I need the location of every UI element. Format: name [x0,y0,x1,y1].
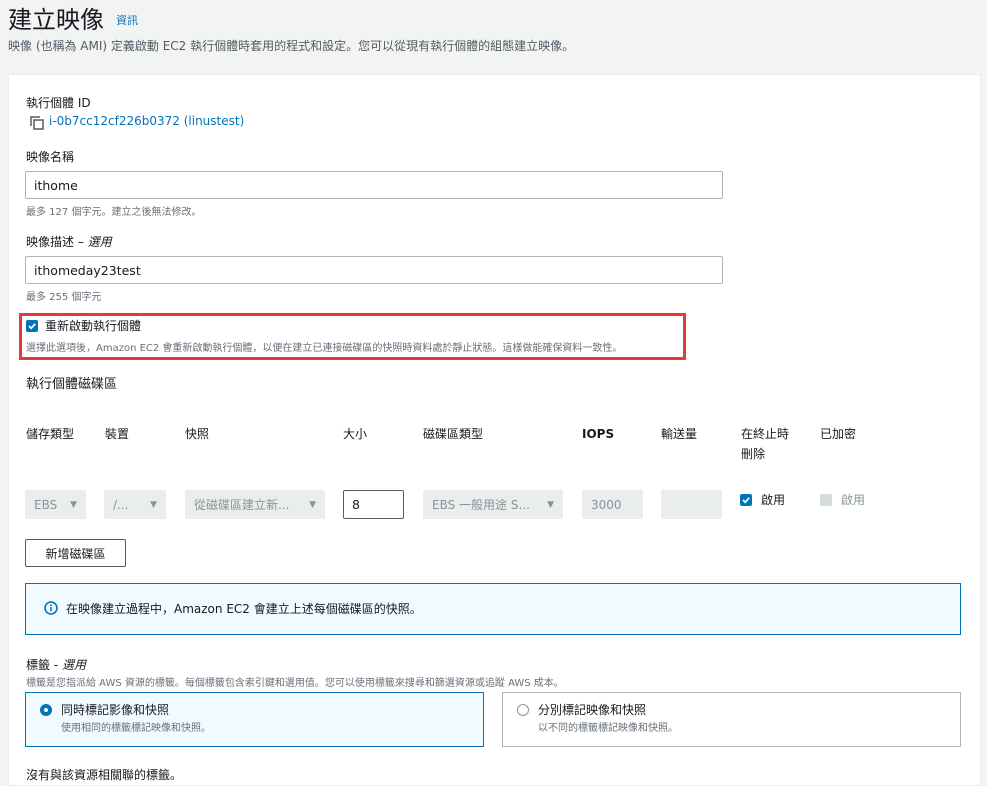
device-select: /... ▼ [104,490,166,519]
throughput-input [661,490,722,519]
delete-on-termination-label: 啟用 [761,493,786,507]
reboot-description: 選擇此選項後，Amazon EC2 會重新啟動執行個體，以便在建立已連接磁碟區的… [26,343,623,354]
image-description-hint: 最多 255 個字元 [26,292,102,303]
info-icon [44,600,58,619]
instance-id-label: 執行個體 ID [26,96,91,110]
image-name-label: 映像名稱 [26,150,75,164]
add-volume-button[interactable]: 新增磁碟區 [25,539,126,567]
storage-type-select: EBS ▼ [25,490,86,519]
tag-option-together-title: 同時標記影像和快照 [61,703,170,717]
device-value: /... [113,497,129,512]
size-input[interactable] [343,490,404,519]
image-description-label: 映像描述 – 選用 [26,233,112,250]
page-description: 映像 (也稱為 AMI) 定義啟動 EC2 執行個體時套用的程式和設定。您可以從… [8,39,575,53]
tags-label-text: 標籤 - [26,658,59,672]
volume-type-value: EBS 一般用途 S... [432,498,530,512]
reboot-label: 重新啟動執行個體 [45,319,142,333]
tag-option-together-sub: 使用相同的標籤標記映像和快照。 [61,723,211,734]
encrypted-label: 啟用 [841,493,866,507]
snapshot-select: 從磁碟區建立新... ▼ [185,490,325,519]
storage-type-value: EBS [34,497,58,512]
check-icon [28,323,36,330]
caret-down-icon: ▼ [70,499,77,510]
col-device: 裝置 [105,427,130,441]
volume-type-select: EBS 一般用途 S... ▼ [423,490,563,519]
encrypted-checkbox [820,494,832,506]
image-description-label-text: 映像描述 – [26,235,84,249]
tags-description: 標籤是您指派給 AWS 資源的標籤。每個標籤包含索引鍵和選用值。您可以使用標籤來… [26,678,564,689]
iops-input: 3000 [582,490,643,519]
caret-down-icon: ▼ [150,499,157,510]
tag-option-separate-title: 分別標記映像和快照 [538,703,647,717]
copy-icon[interactable] [30,115,44,134]
caret-down-icon: ▼ [547,499,554,510]
col-volume-type: 磁碟區類型 [423,427,484,441]
image-description-input[interactable] [25,256,723,284]
radio-together[interactable] [40,704,52,716]
tag-option-separate-sub: 以不同的標籤標記映像和快照。 [538,723,678,734]
optional-tag: 選用 [87,235,112,249]
radio-separate[interactable] [517,704,529,716]
no-tags-message: 沒有與該資源相關聯的標籤。 [26,768,183,782]
col-delete-on-termination: 在終止時 刪除 [741,427,790,461]
image-name-hint: 最多 127 個字元。建立之後無法修改。 [26,207,202,218]
col-size: 大小 [343,427,368,441]
delete-on-termination-checkbox[interactable] [740,494,752,506]
reboot-checkbox[interactable] [26,320,38,332]
volumes-section-title: 執行個體磁碟區 [26,377,118,392]
info-link[interactable]: 資訊 [116,12,138,28]
image-name-input[interactable] [25,171,723,199]
caret-down-icon: ▼ [309,499,316,510]
optional-tag: 選用 [61,658,86,672]
check-icon [742,497,750,504]
col-iops: IOPS [582,427,615,441]
snapshot-value: 從磁碟區建立新... [194,498,290,512]
col-storage-type: 儲存類型 [26,427,75,441]
snapshot-info-text: 在映像建立過程中，Amazon EC2 會建立上述每個磁碟區的快照。 [66,602,422,616]
col-throughput: 輸送量 [661,427,698,441]
iops-value: 3000 [591,497,622,512]
col-snapshot: 快照 [185,427,210,441]
tags-label: 標籤 - 選用 [26,656,86,673]
col-encrypted: 已加密 [820,427,857,441]
page-title: 建立映像 [8,6,104,34]
instance-id-link[interactable]: i-0b7cc12cf226b0372 (linustest) [49,114,244,128]
